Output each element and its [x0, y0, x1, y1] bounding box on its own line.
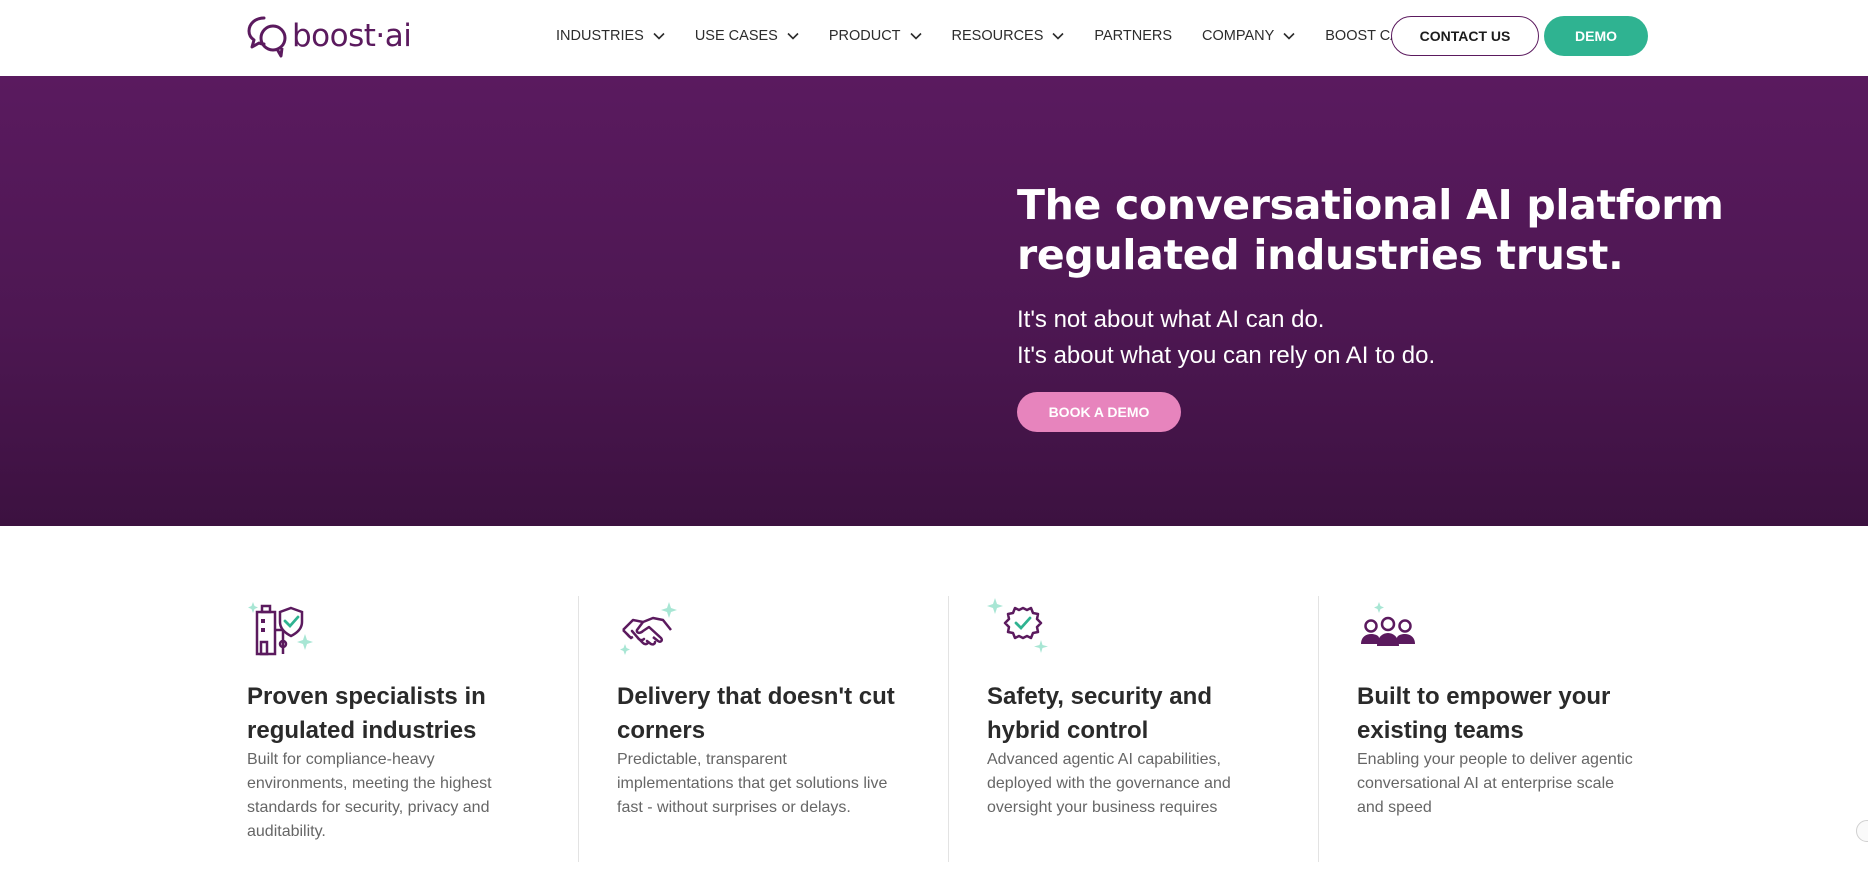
team-icon	[1361, 602, 1415, 646]
feature-title: Built to empower your existing teams	[1357, 680, 1610, 748]
boost-ai-logo[interactable]: boost·ai	[246, 14, 412, 58]
feature-desc-line: auditability.	[247, 823, 326, 840]
site-header: boost·ai INDUSTRIES USE CASES PRODUCT RE…	[0, 0, 1868, 76]
feature-title-line: Built to empower your	[1357, 683, 1611, 710]
feature-title: Proven specialists in regulated industri…	[247, 680, 486, 748]
feature-desc-line: conversational AI at enterprise scale	[1357, 775, 1615, 792]
hero-subtitle: It's not about what AI can do. It's abou…	[1017, 302, 1717, 374]
chevron-down-icon	[653, 32, 665, 40]
hero-title-line: regulated industries trust.	[1017, 231, 1624, 279]
feature-description: Built for compliance-heavy environments,…	[247, 748, 492, 844]
nav-item-use-cases[interactable]: USE CASES	[695, 28, 799, 44]
nav-item-partners[interactable]: PARTNERS	[1094, 28, 1172, 44]
feature-description: Enabling your people to deliver agentic …	[1357, 748, 1633, 820]
nav-label: COMPANY	[1202, 28, 1275, 44]
hero-title-line: The conversational AI platform	[1017, 181, 1724, 229]
main-nav: INDUSTRIES USE CASES PRODUCT RESOURCES P…	[556, 24, 1458, 48]
chevron-down-icon	[1283, 32, 1295, 40]
feature-title-line: Safety, security and	[987, 683, 1212, 710]
hero-title: The conversational AI platform regulated…	[1017, 180, 1817, 280]
feature-title-line: existing teams	[1357, 717, 1524, 744]
floating-widget-edge[interactable]	[1856, 820, 1868, 842]
feature-desc-line: Advanced agentic AI capabilities,	[987, 751, 1221, 768]
contact-us-button[interactable]: CONTACT US	[1391, 16, 1539, 56]
nav-label: USE CASES	[694, 28, 778, 44]
gear-check-icon	[987, 598, 1048, 653]
feature-desc-line: environments, meeting the highest	[247, 775, 492, 792]
feature-card: Proven specialists in regulated industri…	[247, 596, 547, 893]
hero-section: The conversational AI platform regulated…	[0, 76, 1868, 526]
feature-desc-line: implementations that get solutions live	[617, 775, 888, 792]
chevron-down-icon	[787, 32, 799, 40]
feature-title: Safety, security and hybrid control	[987, 680, 1212, 748]
nav-item-product[interactable]: PRODUCT	[829, 28, 922, 44]
feature-title-line: hybrid control	[987, 717, 1149, 744]
feature-title-line: regulated industries	[247, 717, 477, 744]
chevron-down-icon	[1052, 32, 1064, 40]
feature-title-line: Delivery that doesn't cut	[617, 683, 895, 710]
nav-label: PRODUCT	[828, 28, 901, 44]
handshake-icon	[620, 602, 677, 655]
feature-desc-line: oversight your business requires	[987, 799, 1218, 816]
feature-desc-line: standards for security, privacy and	[247, 799, 490, 816]
feature-desc-line: fast - without surprises or delays.	[617, 799, 851, 816]
feature-desc-line: deployed with the governance and	[987, 775, 1231, 792]
nav-label: PARTNERS	[1094, 28, 1173, 44]
feature-title-line: Proven specialists in	[247, 683, 486, 710]
feature-card: Delivery that doesn't cut corners Predic…	[617, 596, 917, 893]
nav-item-company[interactable]: COMPANY	[1202, 28, 1295, 44]
feature-card: Built to empower your existing teams Ena…	[1357, 596, 1657, 893]
feature-title: Delivery that doesn't cut corners	[617, 680, 895, 748]
hero-subtitle-line: It's about what you can rely on AI to do…	[1017, 342, 1436, 369]
hero-subtitle-line: It's not about what AI can do.	[1017, 306, 1325, 333]
feature-description: Advanced agentic AI capabilities, deploy…	[987, 748, 1231, 820]
features-section: Proven specialists in regulated industri…	[0, 526, 1868, 893]
nav-label: RESOURCES	[951, 28, 1044, 44]
chat-bubbles-logo-icon	[247, 16, 287, 58]
feature-desc-line: Predictable, transparent	[617, 751, 787, 768]
logo-wordmark: boost·ai	[292, 17, 412, 54]
feature-divider	[948, 596, 949, 862]
feature-description: Predictable, transparent implementations…	[617, 748, 887, 820]
feature-desc-line: Built for compliance-heavy	[247, 751, 435, 768]
chevron-down-icon	[909, 32, 922, 40]
demo-button[interactable]: DEMO	[1544, 16, 1648, 56]
feature-card: Safety, security and hybrid control Adva…	[987, 596, 1287, 893]
feature-desc-line: Enabling your people to deliver agentic	[1357, 751, 1633, 768]
nav-label: INDUSTRIES	[556, 28, 644, 44]
feature-divider	[1318, 596, 1319, 862]
building-shield-icon	[248, 602, 313, 656]
feature-title-line: corners	[617, 717, 706, 744]
feature-desc-line: and speed	[1357, 799, 1432, 816]
nav-item-industries[interactable]: INDUSTRIES	[556, 28, 665, 44]
nav-item-resources[interactable]: RESOURCES	[952, 28, 1065, 44]
feature-divider	[578, 596, 579, 862]
book-a-demo-button[interactable]: BOOK A DEMO	[1017, 392, 1181, 432]
